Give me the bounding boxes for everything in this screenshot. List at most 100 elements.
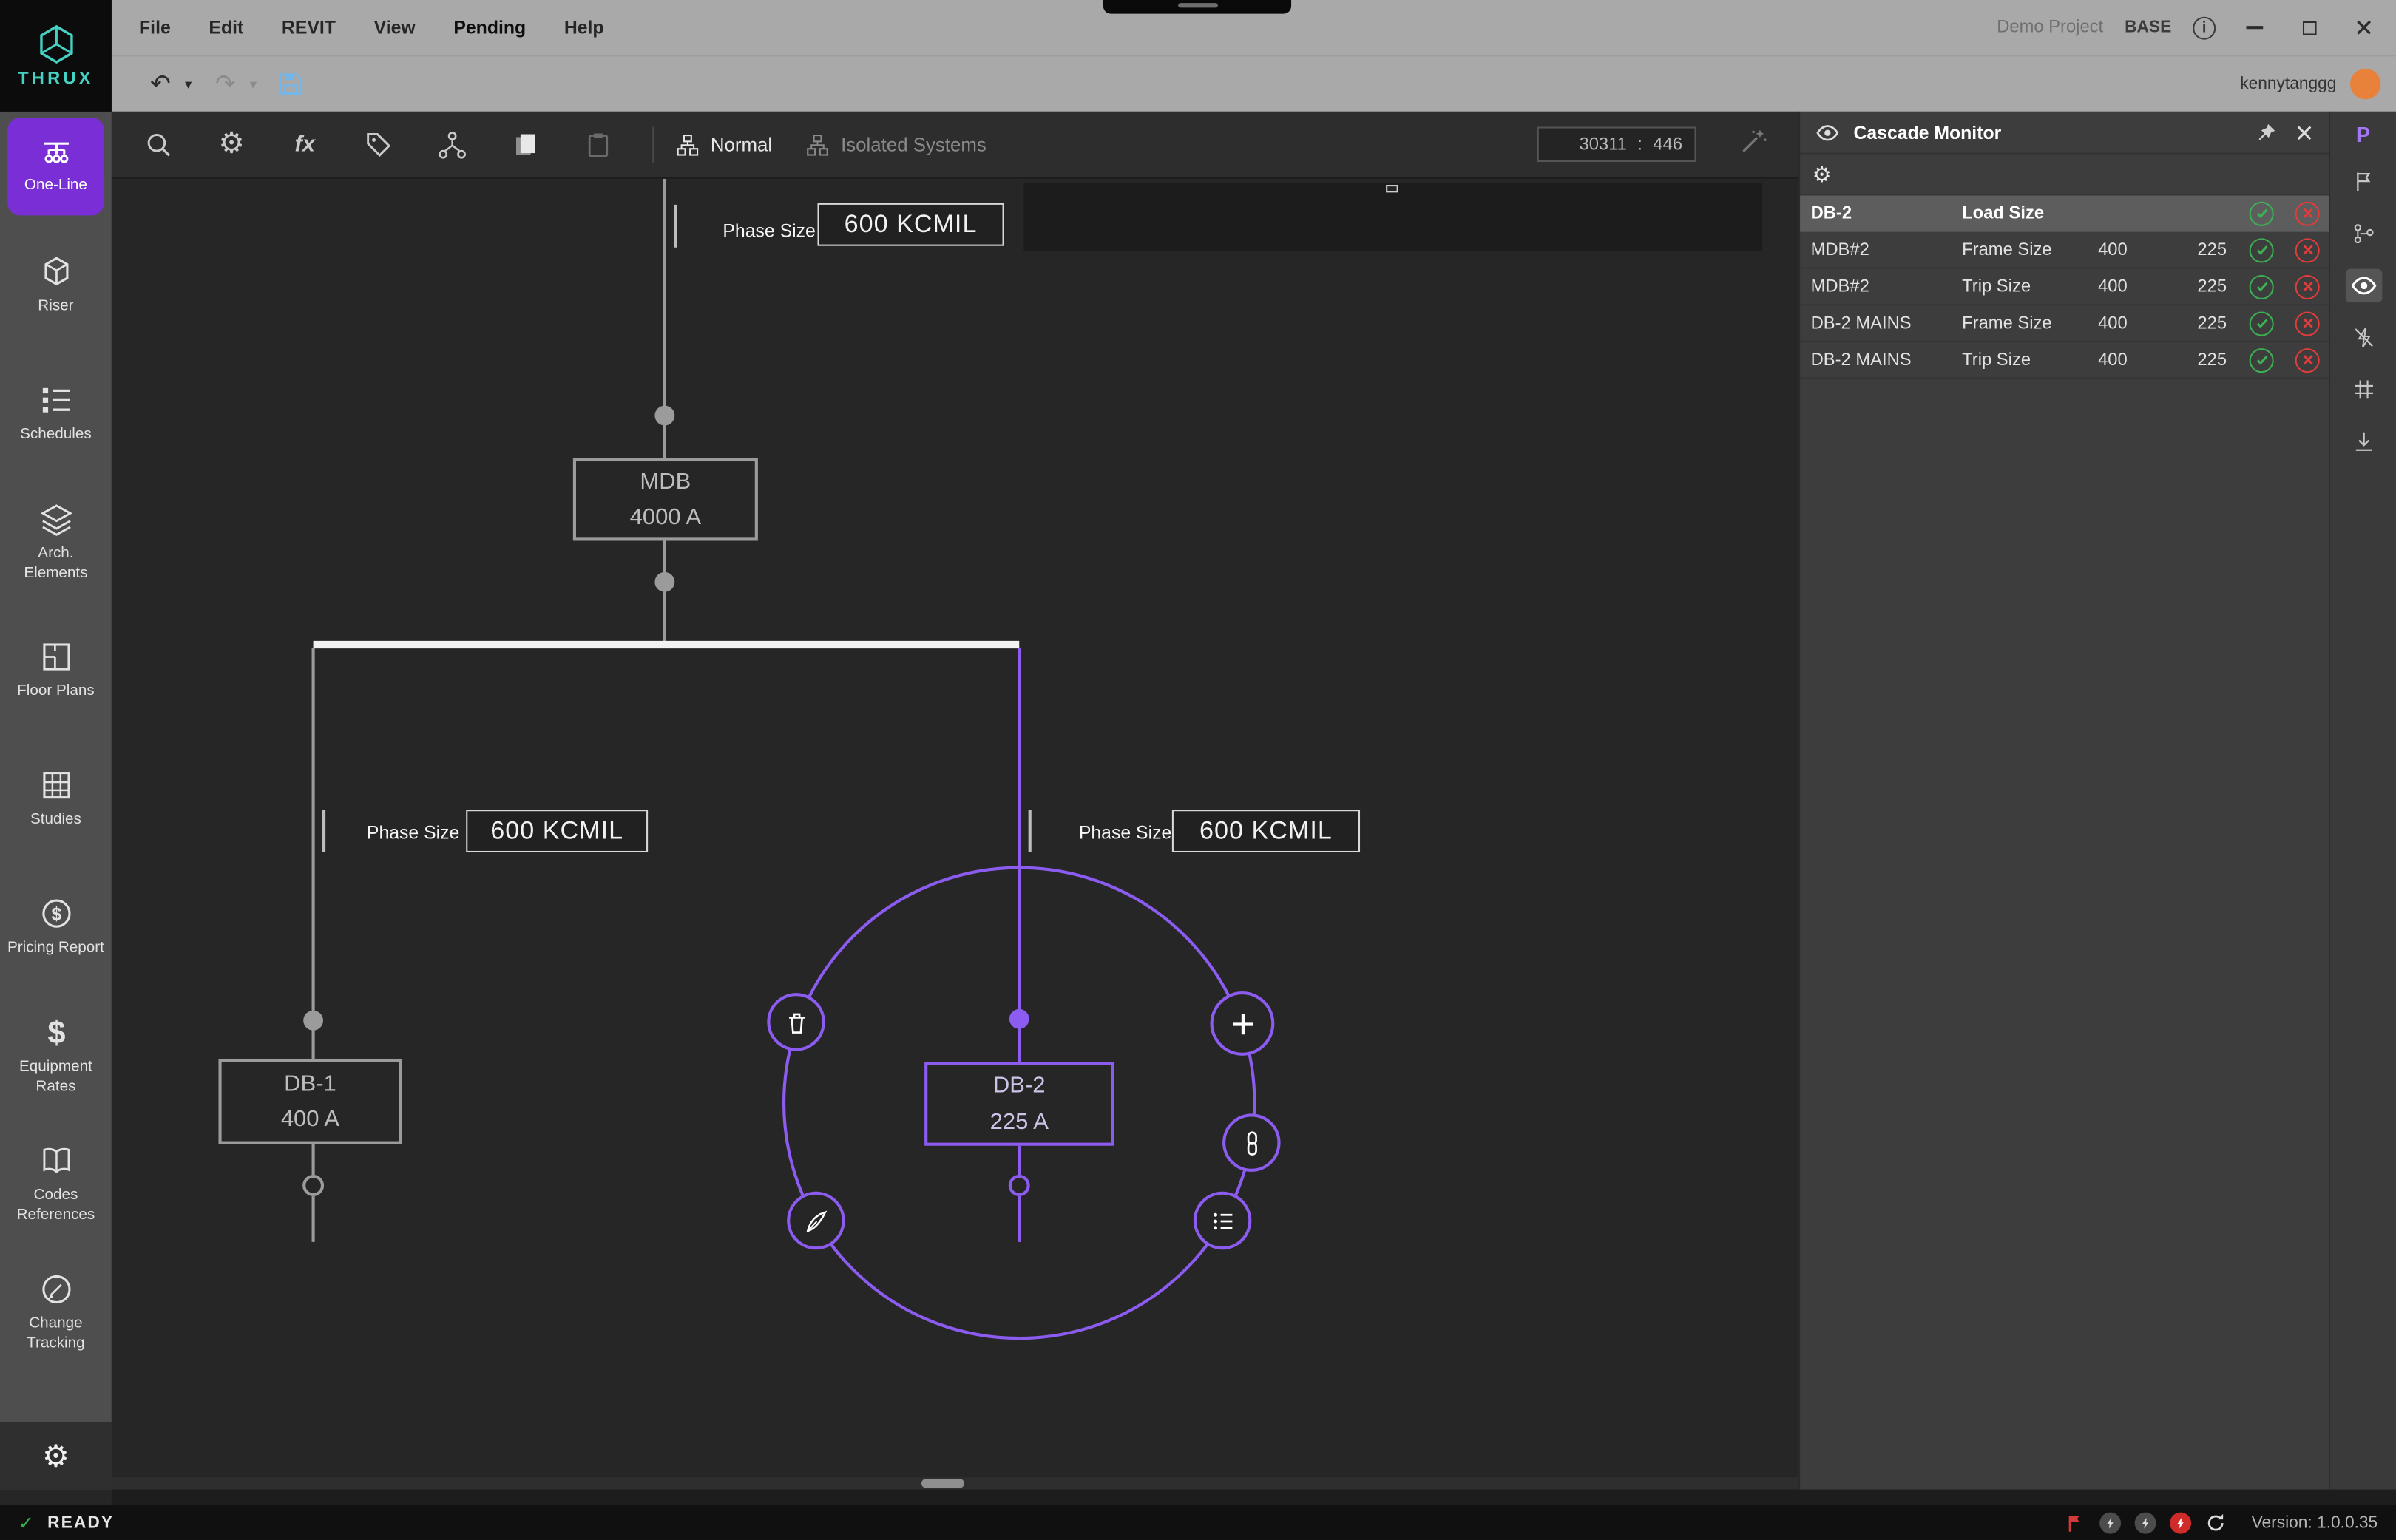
riser-icon [38,254,75,291]
accept-icon[interactable] [2250,274,2274,299]
redo-dropdown-icon[interactable]: ▾ [250,75,257,92]
magic-wand-button[interactable] [1739,126,1767,163]
paste-button[interactable] [573,119,623,169]
row-attribute: Trip Size [1962,350,2098,369]
feeder-size-field[interactable]: 600 KCMIL [1172,810,1360,852]
node-name: MDB [640,464,691,500]
settings-button[interactable]: ⚙ [0,1422,112,1490]
reject-icon[interactable] [2295,201,2320,225]
diagram-settings-button[interactable]: ⚙ [206,119,257,169]
export-button[interactable] [2345,424,2382,458]
sidebar-item-riser[interactable]: Riser [0,222,112,350]
user-name[interactable]: kennytanggg [2240,75,2336,93]
info-icon[interactable]: i [2193,16,2216,39]
link-node-button[interactable] [1222,1113,1281,1172]
cascade-row[interactable]: DB-2 MAINS Trip Size 400 225 [1800,342,2329,379]
reject-icon[interactable] [2295,237,2320,262]
save-button[interactable] [275,69,305,99]
phase-size-label: Phase Size [722,220,815,242]
one-line-canvas[interactable]: Phase Size 600 KCMIL Phase Size 600 KCMI… [112,179,1798,1490]
close-button[interactable] [2347,10,2380,44]
redo-button[interactable]: ↷ [210,69,240,99]
feeder-size-field[interactable]: 600 KCMIL [817,203,1004,246]
menu-help[interactable]: Help [564,17,604,38]
sidebar: One-Line Riser Schedules Arch. Elements [0,112,112,1490]
feeder-size-field[interactable]: 600 KCMIL [466,810,648,852]
accept-icon[interactable] [2250,347,2274,372]
branch-button[interactable] [2345,217,2382,250]
search-icon [143,130,172,159]
sidebar-item-equipment-rates[interactable]: $ Equipment Rates [0,991,112,1120]
cascade-row[interactable]: MDB#2 Frame Size 400 225 [1800,232,2329,269]
sidebar-item-pricing-report[interactable]: $ Pricing Report [0,863,112,991]
error-status-icon[interactable] [2170,1512,2192,1533]
panel-settings-button[interactable]: ⚙ [1813,161,1832,187]
menu-revit[interactable]: REVIT [282,17,336,38]
sidebar-item-one-line[interactable]: One-Line [7,118,104,215]
normal-mode-icon [675,132,700,157]
add-node-button[interactable] [1211,991,1275,1056]
power-off-button[interactable] [2345,321,2382,354]
reject-icon[interactable] [2295,311,2320,335]
pen-icon [803,1207,829,1233]
grid-toggle-button[interactable] [2345,373,2382,406]
sidebar-item-label: Change Tracking [0,1315,112,1354]
coordinate-display[interactable]: 30311 : 446 [1537,127,1696,163]
scrollbar-thumb[interactable] [921,1479,964,1488]
cascade-monitor-toggle[interactable] [2345,269,2382,302]
power-status-icon[interactable] [2100,1512,2122,1533]
sidebar-item-label: Riser [33,298,78,317]
pin-icon[interactable] [2257,122,2277,142]
annotate-button[interactable] [787,1192,845,1250]
status-flag-icon[interactable] [2065,1512,2087,1533]
schedule-list-button[interactable] [1194,1192,1252,1250]
node-db2-selected[interactable]: DB-2 225 A [924,1062,1114,1146]
menu-view[interactable]: View [374,17,416,38]
node-db1[interactable]: DB-1 400 A [218,1059,402,1144]
tag-button[interactable] [353,119,403,169]
reject-icon[interactable] [2295,274,2320,299]
coordinate-x: 30311 [1579,135,1626,154]
undo-button[interactable]: ↶ [145,69,175,99]
version-label: Version: 1.0.0.35 [2252,1513,2378,1532]
accept-icon[interactable] [2250,237,2274,262]
reject-icon[interactable] [2295,347,2320,372]
menu-pending[interactable]: Pending [453,17,526,38]
accept-icon[interactable] [2250,201,2274,225]
accept-icon[interactable] [2250,311,2274,335]
quick-access-bar: ↶ ▾ ↷ ▾ kennytanggg [112,55,2396,111]
sidebar-item-studies[interactable]: Studies [0,735,112,864]
delete-node-button[interactable] [767,993,825,1051]
power-status-icon[interactable] [2136,1512,2157,1533]
mode-isolated-toggle[interactable]: Isolated Systems [806,132,987,157]
db1-connection-point[interactable] [304,1176,322,1195]
mode-normal-toggle[interactable]: Normal [675,132,772,157]
cascade-row[interactable]: DB-2 MAINS Frame Size 400 225 [1800,305,2329,342]
search-button[interactable] [133,119,183,169]
sidebar-item-floor-plans[interactable]: Floor Plans [0,606,112,735]
copy-button[interactable] [500,119,550,169]
horizontal-scrollbar[interactable] [112,1477,1798,1490]
selection-handle[interactable] [1386,185,1398,192]
db2-connection-point[interactable] [1010,1176,1029,1195]
hierarchy-button[interactable] [427,119,477,169]
menu-edit[interactable]: Edit [209,17,243,38]
sidebar-item-schedules[interactable]: Schedules [0,350,112,478]
sidebar-item-arch-elements[interactable]: Arch. Elements [0,478,112,607]
minimize-button[interactable] [2237,10,2270,44]
flag-button[interactable] [2345,165,2382,198]
cascade-row[interactable]: DB-2 Load Size [1800,195,2329,232]
sidebar-item-change-tracking[interactable]: Change Tracking [0,1248,112,1377]
avatar[interactable] [2350,69,2380,99]
undo-dropdown-icon[interactable]: ▾ [185,75,192,92]
application-window: File Edit REVIT View Pending Help Demo P… [0,0,2396,1540]
menu-file[interactable]: File [139,17,171,38]
sidebar-item-codes-references[interactable]: Codes References [0,1120,112,1249]
panel-tab-properties[interactable]: P [2356,122,2370,146]
cascade-row[interactable]: MDB#2 Trip Size 400 225 [1800,269,2329,306]
node-mdb[interactable]: MDB 4000 A [573,458,758,541]
refresh-button[interactable] [2206,1512,2227,1533]
restore-button[interactable] [2292,10,2325,44]
formula-button[interactable]: fx [280,119,330,169]
panel-close-icon[interactable] [2295,123,2314,141]
